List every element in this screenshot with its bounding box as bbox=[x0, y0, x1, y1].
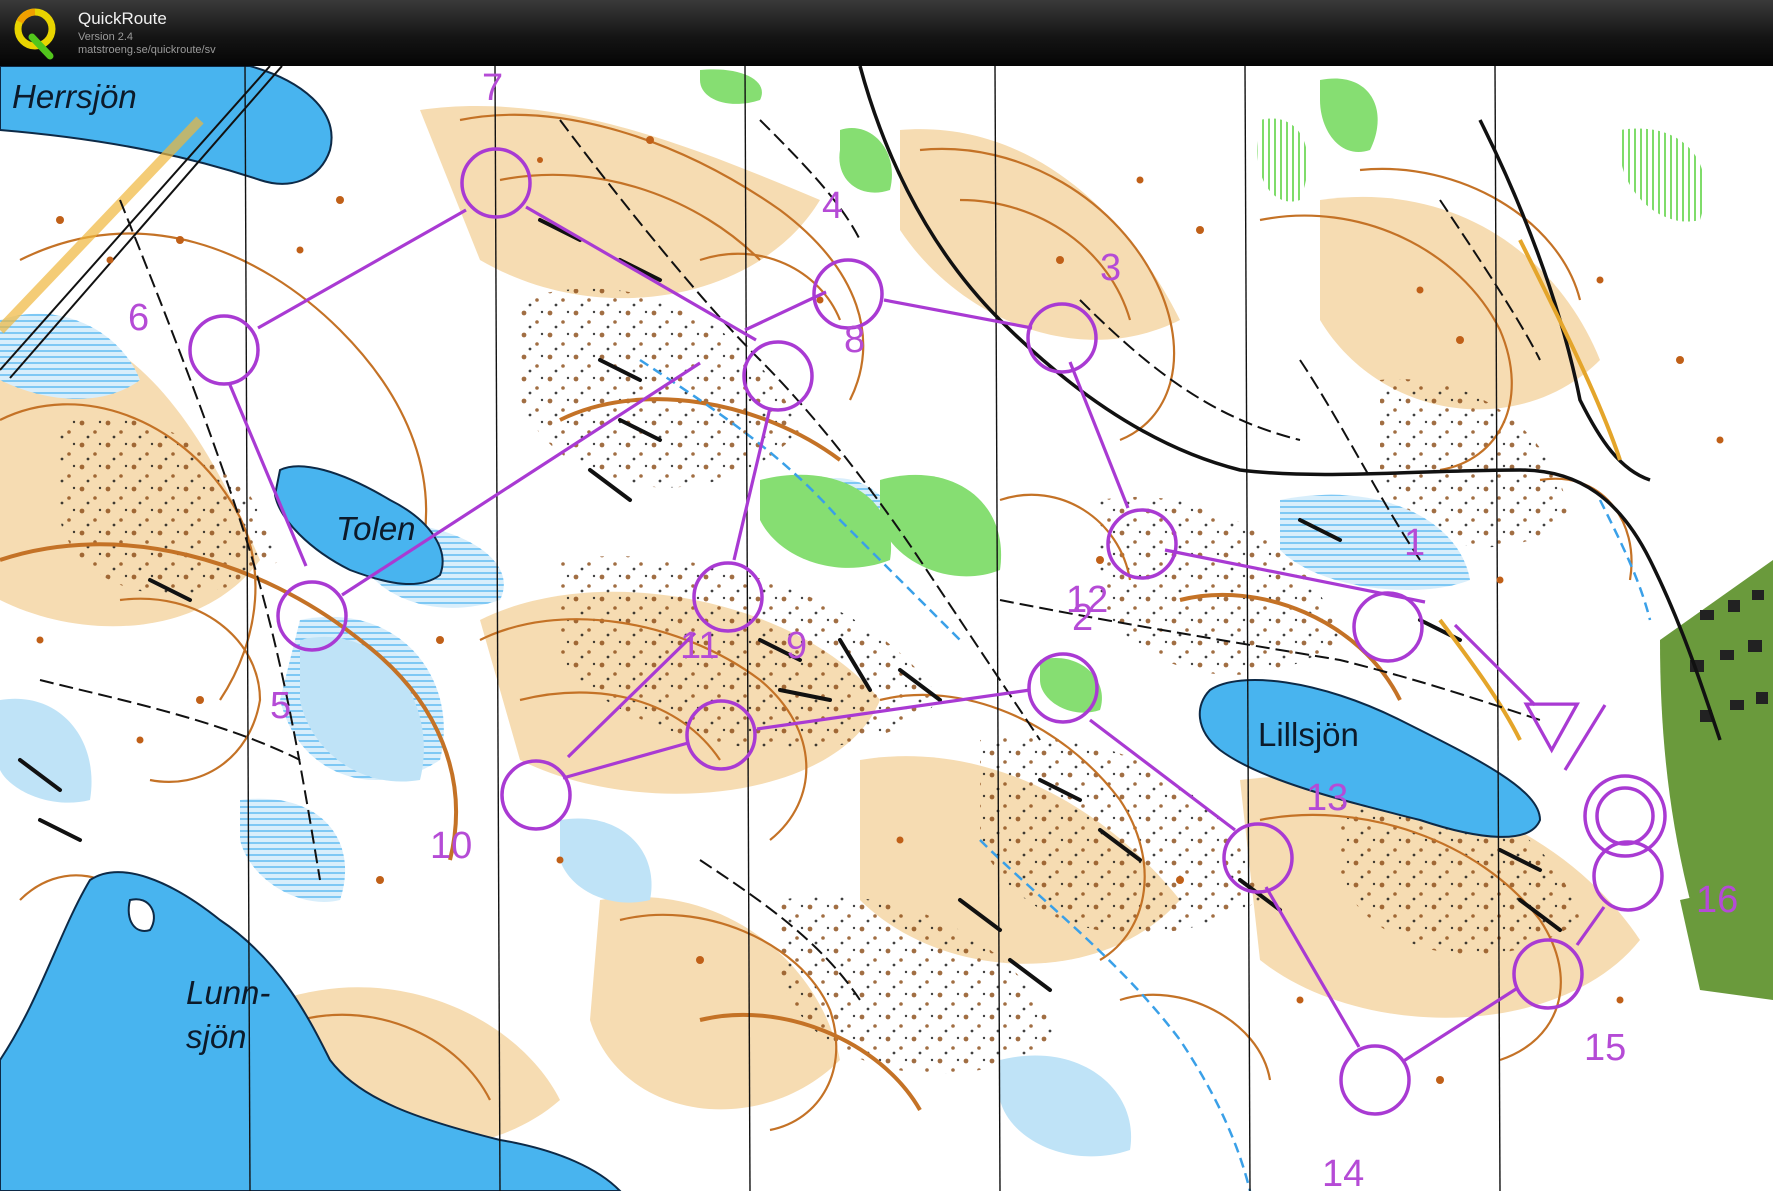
lake-label-tolen: Tolen bbox=[336, 510, 416, 547]
orienteering-map[interactable]: Herrsjön Tolen Lillsjön Lunn- sjön 1 2 3… bbox=[0, 66, 1773, 1191]
control-number-11: 11 bbox=[680, 625, 719, 667]
lake-label-herrsjon: Herrsjön bbox=[12, 78, 137, 115]
control-number-5: 5 bbox=[270, 685, 291, 727]
control-number-6: 6 bbox=[128, 297, 149, 339]
control-number-13: 13 bbox=[1306, 777, 1348, 819]
control-number-16: 16 bbox=[1696, 879, 1738, 921]
app-name: QuickRoute bbox=[78, 9, 167, 28]
control-number-7: 7 bbox=[482, 67, 503, 109]
control-number-15: 15 bbox=[1584, 1027, 1626, 1069]
app-url: matstroeng.se/quickroute/sv bbox=[78, 44, 216, 56]
control-number-8: 8 bbox=[844, 319, 865, 361]
control-number-1: 1 bbox=[1404, 522, 1425, 564]
control-number-3: 3 bbox=[1100, 247, 1121, 289]
app-version: Version 2.4 bbox=[78, 31, 134, 43]
quickroute-logo-icon bbox=[14, 8, 56, 60]
title-bar: QuickRoute Version 2.4 matstroeng.se/qui… bbox=[0, 0, 1773, 67]
control-number-9: 9 bbox=[786, 625, 807, 667]
quickroute-window: QuickRoute Version 2.4 matstroeng.se/qui… bbox=[0, 0, 1773, 1191]
control-number-4: 4 bbox=[822, 185, 843, 227]
control-number-12: 12 bbox=[1066, 579, 1108, 621]
lake-label-lunnsjon-2: sjön bbox=[186, 1018, 247, 1055]
lake-label-lunnsjon-1: Lunn- bbox=[186, 974, 270, 1011]
control-number-14: 14 bbox=[1322, 1153, 1364, 1191]
control-number-10: 10 bbox=[430, 825, 472, 867]
lake-label-lillsjon: Lillsjön bbox=[1258, 716, 1359, 753]
